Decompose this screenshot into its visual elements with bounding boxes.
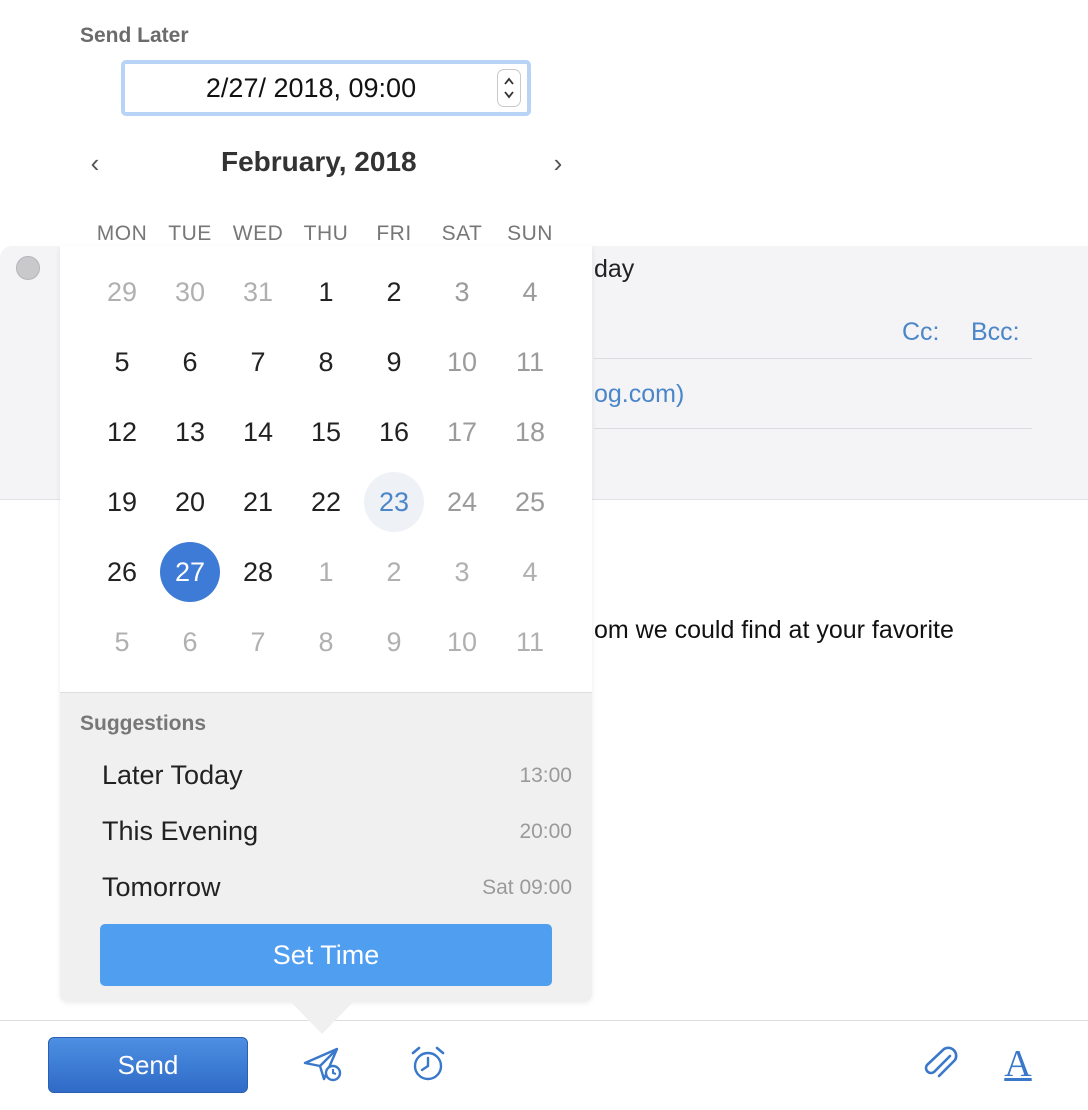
calendar-day[interactable]: 7	[228, 612, 288, 672]
calendar-day[interactable]: 8	[296, 612, 356, 672]
calendar-day[interactable]: 29	[92, 262, 152, 322]
stepper-arrows-icon[interactable]	[503, 73, 515, 103]
next-month-button[interactable]: ›	[543, 148, 573, 179]
calendar-day[interactable]: 13	[160, 402, 220, 462]
calendar-day[interactable]: 7	[228, 332, 288, 392]
font-format-icon[interactable]: A	[1000, 1042, 1036, 1086]
set-time-button[interactable]: Set Time	[100, 924, 552, 986]
calendar-day[interactable]: 9	[364, 612, 424, 672]
calendar-day[interactable]: 22	[296, 472, 356, 532]
calendar-day[interactable]: 19	[92, 472, 152, 532]
header-divider	[594, 428, 1032, 429]
datetime-value[interactable]: 2/27/ 2018, 09:00	[125, 73, 527, 104]
calendar-day[interactable]: 30	[160, 262, 220, 322]
calendar-day[interactable]: 11	[500, 332, 560, 392]
suggestion-time: 20:00	[519, 820, 572, 843]
send-later-icon[interactable]	[302, 1044, 342, 1084]
calendar-day[interactable]: 1	[296, 542, 356, 602]
calendar-day[interactable]: 12	[92, 402, 152, 462]
suggestion-later-today[interactable]: Later Today 13:00	[60, 750, 592, 802]
calendar-day[interactable]: 5	[92, 332, 152, 392]
weekday-thu: THU	[303, 222, 349, 245]
calendar-day[interactable]: 25	[500, 472, 560, 532]
suggestion-tomorrow[interactable]: Tomorrow Sat 09:00	[60, 862, 592, 914]
calendar-day[interactable]: 2	[364, 542, 424, 602]
calendar-day[interactable]: 5	[92, 612, 152, 672]
calendar-day[interactable]: 2	[364, 262, 424, 322]
calendar-day[interactable]: 28	[228, 542, 288, 602]
calendar-day-today[interactable]: 23	[364, 472, 424, 532]
bcc-link[interactable]: Bcc:	[971, 318, 1020, 347]
calendar-day[interactable]: 24	[432, 472, 492, 532]
calendar-day[interactable]: 26	[92, 542, 152, 602]
calendar-day[interactable]: 6	[160, 332, 220, 392]
suggestion-label: Later Today	[102, 760, 243, 790]
calendar-day[interactable]: 10	[432, 332, 492, 392]
from-address-fragment[interactable]: og.com)	[594, 380, 684, 409]
paperclip-icon[interactable]	[920, 1044, 960, 1084]
prev-month-button[interactable]: ‹	[80, 148, 110, 179]
calendar-day-selected[interactable]: 27	[160, 542, 220, 602]
suggestion-label: Tomorrow	[102, 872, 221, 902]
calendar-day[interactable]: 16	[364, 402, 424, 462]
calendar-day[interactable]: 17	[432, 402, 492, 462]
suggestion-time: 13:00	[519, 764, 572, 787]
suggestions-title: Suggestions	[80, 712, 207, 735]
cc-link[interactable]: Cc:	[902, 318, 940, 347]
datetime-input[interactable]: 2/27/ 2018, 09:00	[121, 60, 531, 116]
message-body-fragment[interactable]: om we could find at your favorite	[594, 616, 954, 645]
calendar-day[interactable]: 6	[160, 612, 220, 672]
header-divider	[594, 358, 1032, 359]
calendar-day[interactable]: 3	[432, 262, 492, 322]
send-later-title: Send Later	[80, 24, 189, 47]
suggestion-this-evening[interactable]: This Evening 20:00	[60, 806, 592, 858]
calendar-day[interactable]: 4	[500, 262, 560, 322]
calendar-day[interactable]: 14	[228, 402, 288, 462]
calendar-day[interactable]: 9	[364, 332, 424, 392]
calendar-day[interactable]: 3	[432, 542, 492, 602]
subject-text-fragment: day	[594, 255, 635, 283]
calendar-day[interactable]: 11	[500, 612, 560, 672]
weekday-sat: SAT	[441, 222, 483, 245]
suggestion-time: Sat 09:00	[482, 876, 572, 899]
alarm-clock-icon[interactable]	[408, 1044, 448, 1084]
calendar-day[interactable]: 4	[500, 542, 560, 602]
popover-arrow	[289, 1000, 355, 1034]
suggestion-label: This Evening	[102, 816, 259, 846]
calendar-day[interactable]: 8	[296, 332, 356, 392]
status-dot[interactable]	[16, 256, 40, 280]
calendar-day[interactable]: 10	[432, 612, 492, 672]
send-button[interactable]: Send	[48, 1037, 248, 1093]
weekday-fri: FRI	[376, 222, 412, 245]
datetime-stepper[interactable]	[497, 69, 521, 107]
calendar-day[interactable]: 31	[228, 262, 288, 322]
weekday-sun: SUN	[507, 222, 553, 245]
calendar-day[interactable]: 20	[160, 472, 220, 532]
toolbar-divider	[0, 1020, 1088, 1021]
weekday-wed: WED	[232, 222, 284, 245]
calendar-day[interactable]: 21	[228, 472, 288, 532]
weekday-tue: TUE	[168, 222, 212, 245]
calendar-day[interactable]: 1	[296, 262, 356, 322]
month-title: February, 2018	[221, 146, 417, 177]
calendar-day[interactable]: 18	[500, 402, 560, 462]
calendar-day[interactable]: 15	[296, 402, 356, 462]
weekday-mon: MON	[96, 222, 148, 245]
